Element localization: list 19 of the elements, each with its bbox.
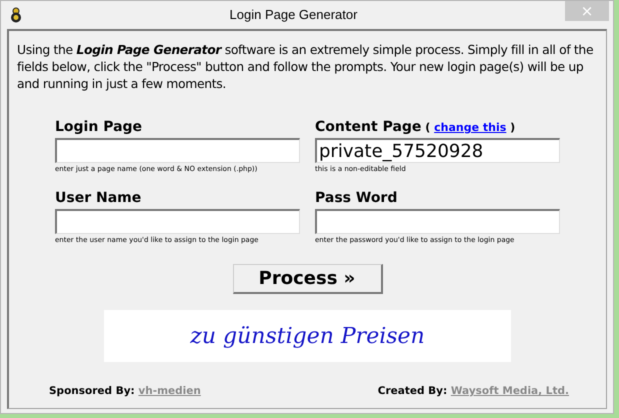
created-by-text: Created By: Waysoft Media, Ltd. (378, 384, 569, 399)
banner-text: zu günstigen Preisen (190, 322, 425, 350)
field-label: Login Page (55, 119, 142, 135)
process-button[interactable]: Process » (232, 264, 382, 294)
field-label: Content Page (315, 119, 422, 135)
sponsor-link[interactable]: vh-medien (138, 385, 201, 397)
field-label: Pass Word (315, 190, 398, 206)
intro-paragraph: Using the Login Page Generator software is an extremely simple process. Simply fill in all of the fields below, click the "Process" button and follow the prompts. Your new login page(s) will be up and running in just a few moments. (17, 41, 594, 92)
window-title: Login Page Generator (228, 6, 358, 24)
text-field[interactable]: private_57520928 (315, 138, 560, 163)
text-field[interactable] (315, 209, 560, 234)
creator-link[interactable]: Waysoft Media, Ltd. (450, 385, 569, 397)
text-field[interactable] (55, 138, 300, 163)
badge-icon (10, 7, 22, 23)
change-link-text: ( change this ) (424, 121, 516, 134)
close-button[interactable]: × (565, 1, 609, 21)
field-label: User Name (55, 190, 142, 206)
text-field[interactable] (55, 209, 300, 234)
sponsored-by-text: Sponsored By: vh-medien (49, 384, 201, 399)
